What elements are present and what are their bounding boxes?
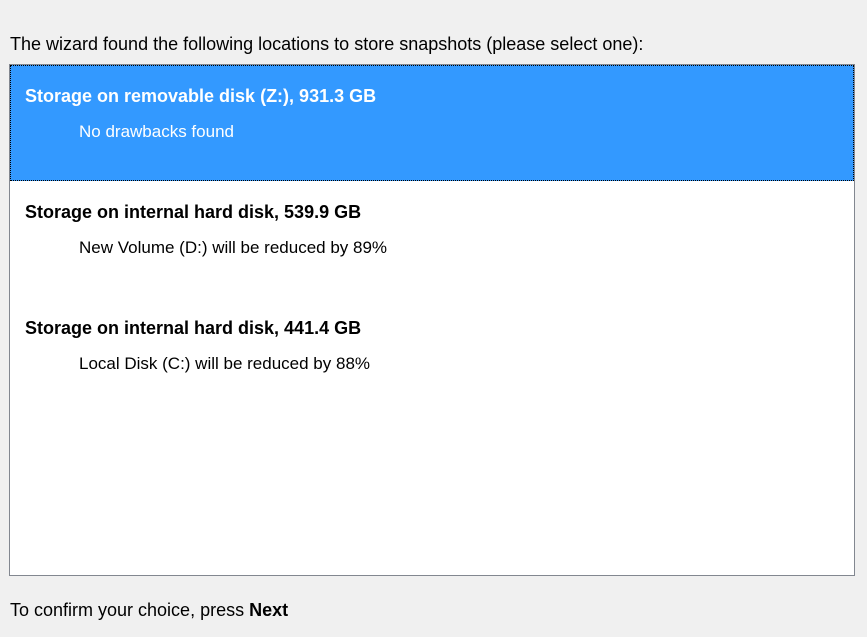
location-title: Storage on internal hard disk, 539.9 GB bbox=[25, 202, 362, 222]
location-detail: New Volume (D:) will be reduced by 89% bbox=[79, 238, 388, 257]
confirm-hint-text: To confirm your choice, press bbox=[10, 600, 250, 620]
location-item-internal-d[interactable]: Storage on internal hard disk, 539.9 GB … bbox=[10, 181, 854, 297]
location-detail: Local Disk (C:) will be reduced by 88% bbox=[79, 354, 371, 373]
location-title: Storage on internal hard disk, 441.4 GB bbox=[25, 318, 362, 338]
location-item-internal-c[interactable]: Storage on internal hard disk, 441.4 GB … bbox=[10, 297, 854, 413]
instruction-text: The wizard found the following locations… bbox=[10, 34, 644, 54]
storage-location-list[interactable]: Storage on removable disk (Z:), 931.3 GB… bbox=[9, 64, 855, 576]
confirm-hint: To confirm your choice, press Next bbox=[10, 599, 288, 621]
location-item-removable-z[interactable]: Storage on removable disk (Z:), 931.3 GB… bbox=[10, 65, 854, 181]
location-title: Storage on removable disk (Z:), 931.3 GB bbox=[25, 86, 377, 106]
confirm-hint-next: Next bbox=[249, 600, 289, 620]
location-detail: No drawbacks found bbox=[79, 122, 234, 141]
